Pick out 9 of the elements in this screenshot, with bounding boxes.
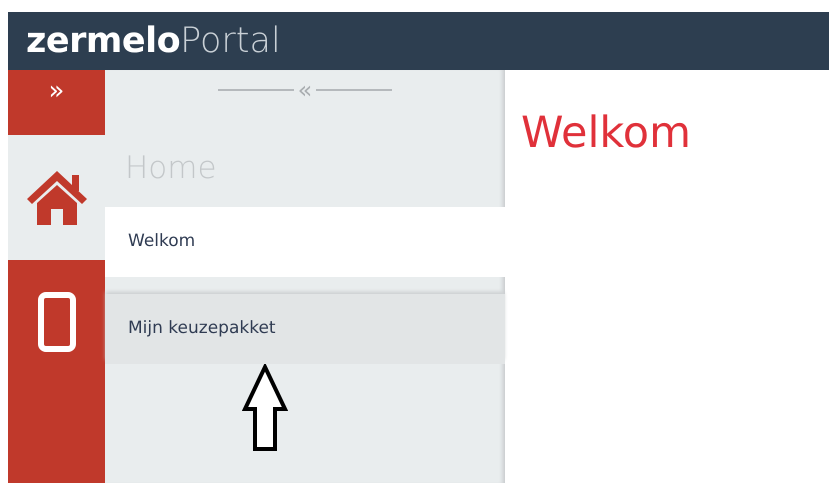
- home-tab[interactable]: [8, 135, 105, 260]
- mobile-tab[interactable]: [8, 260, 105, 483]
- menu-item[interactable]: Mijn keuzepakket: [105, 294, 505, 364]
- logo-text: Portal: [180, 24, 281, 58]
- menu-item[interactable]: Welkom: [105, 207, 505, 278]
- page-heading: Welkom: [521, 110, 692, 158]
- expand-button[interactable]: »: [8, 70, 105, 135]
- logo-text: zermelo: [26, 24, 180, 58]
- phone-icon: [38, 292, 76, 352]
